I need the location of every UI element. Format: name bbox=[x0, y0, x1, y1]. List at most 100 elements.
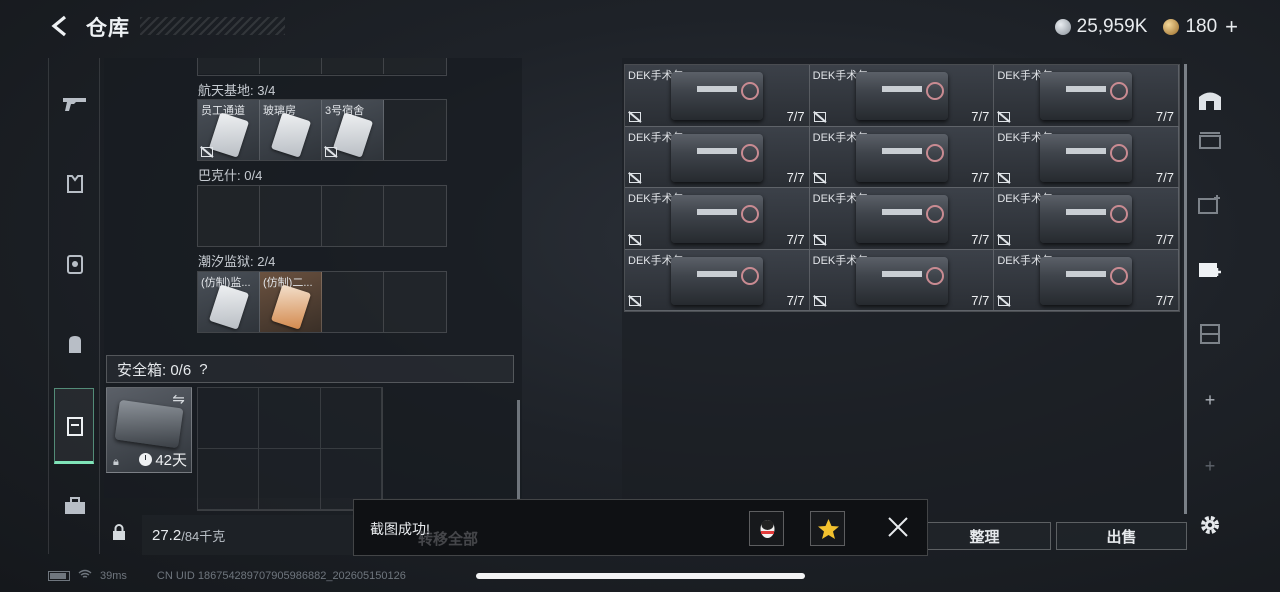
gold-coin-icon bbox=[1163, 19, 1180, 35]
inventory-item[interactable]: DEK手术包 7/7 bbox=[994, 188, 1179, 250]
weight-display: 27.2 /84千克 bbox=[142, 515, 354, 555]
left-scrollbar[interactable] bbox=[517, 400, 520, 510]
item-durability: 7/7 bbox=[971, 231, 990, 247]
key-card-image bbox=[208, 112, 250, 158]
section-label: 潮汐监狱: 2/4 bbox=[198, 254, 276, 269]
gold-amount: 180 bbox=[1185, 16, 1218, 37]
empty-slot[interactable] bbox=[259, 388, 321, 449]
home-indicator[interactable] bbox=[476, 573, 805, 579]
item-durability: 7/7 bbox=[786, 108, 805, 124]
close-icon[interactable] bbox=[886, 515, 910, 539]
empty-slot[interactable] bbox=[260, 186, 322, 246]
briefcase-icon[interactable] bbox=[55, 486, 95, 526]
status-bar: 39ms CN UID 18675428970790598688​2_20260… bbox=[48, 569, 406, 582]
wifi-icon bbox=[78, 569, 92, 582]
inventory-item[interactable]: DEK手术包 7/7 bbox=[809, 249, 995, 311]
timer-text: 42天 bbox=[155, 452, 187, 469]
help-icon[interactable]: ? bbox=[199, 361, 207, 378]
inventory-item[interactable]: DEK手术包 7/7 bbox=[625, 65, 810, 127]
storage-tab-icon[interactable] bbox=[1196, 86, 1224, 114]
expiry-timer: 42天 bbox=[139, 449, 187, 470]
inventory-item[interactable]: DEK手术包 7/7 bbox=[625, 188, 810, 250]
no-share-icon bbox=[998, 234, 1011, 245]
no-share-icon bbox=[998, 296, 1011, 306]
no-share-icon bbox=[325, 147, 337, 157]
empty-slot[interactable] bbox=[384, 100, 446, 160]
no-share-icon bbox=[813, 111, 826, 122]
weight-unit: /84千克 bbox=[181, 528, 226, 544]
inventory-item[interactable]: DEK手术包 7/7 bbox=[994, 249, 1179, 311]
organize-button[interactable]: 整理 bbox=[918, 522, 1051, 550]
rig-icon[interactable] bbox=[55, 244, 95, 284]
empty-slot[interactable] bbox=[320, 388, 382, 449]
key-card-item[interactable]: 员工通道 bbox=[198, 100, 260, 160]
no-share-icon bbox=[629, 296, 641, 306]
weight-value: 27.2 bbox=[152, 526, 182, 544]
gun-icon[interactable] bbox=[55, 84, 95, 124]
favorite-share-icon[interactable] bbox=[810, 511, 845, 546]
medkit-image bbox=[855, 256, 948, 305]
swap-icon[interactable]: ⇋ bbox=[172, 390, 185, 408]
key-card-row bbox=[197, 185, 447, 247]
medkit-image bbox=[855, 72, 948, 120]
safebox-item[interactable]: ⇋ 🔒︎ 42天 bbox=[106, 387, 192, 473]
safebox-icon[interactable] bbox=[55, 406, 95, 446]
clock-icon bbox=[139, 453, 153, 466]
sell-button[interactable]: 出售 bbox=[1056, 522, 1187, 550]
key-card-image bbox=[270, 284, 312, 330]
storage-tab-3-icon[interactable] bbox=[1196, 320, 1224, 348]
settings-gear-icon[interactable] bbox=[1198, 513, 1222, 537]
toast-message: 截图成功! bbox=[370, 521, 430, 537]
inventory-item[interactable]: DEK手术包 7/7 bbox=[809, 126, 995, 188]
no-share-icon bbox=[629, 173, 641, 183]
armor-vest-icon[interactable] bbox=[55, 164, 95, 204]
medkit-tab-active-icon[interactable] bbox=[1196, 254, 1224, 282]
inventory-item[interactable]: DEK手术包 7/7 bbox=[994, 65, 1179, 127]
empty-slot[interactable] bbox=[384, 272, 446, 332]
safebox-header: 安全箱: 0/6 ? bbox=[106, 355, 514, 383]
medkit-image bbox=[1040, 256, 1133, 305]
empty-slot[interactable] bbox=[259, 449, 321, 510]
inventory-item[interactable]: DEK手术包 7/7 bbox=[809, 65, 995, 127]
item-durability: 7/7 bbox=[1155, 231, 1174, 247]
add-currency-button[interactable]: + bbox=[1225, 14, 1238, 40]
empty-slot[interactable] bbox=[384, 186, 446, 246]
inventory-item[interactable]: DEK手术包 7/7 bbox=[625, 249, 810, 311]
add-tab-icon[interactable]: + bbox=[1196, 386, 1224, 414]
medkit-tab-icon[interactable] bbox=[1196, 190, 1224, 218]
no-share-icon bbox=[813, 173, 826, 183]
back-arrow-icon[interactable] bbox=[48, 14, 72, 38]
medkit-image bbox=[855, 195, 948, 243]
silver-coin-icon bbox=[1054, 19, 1071, 35]
no-share-icon bbox=[998, 173, 1011, 183]
key-card-item[interactable]: 玻璃房 bbox=[260, 100, 322, 160]
qq-share-icon[interactable] bbox=[749, 511, 784, 546]
empty-slot[interactable] bbox=[198, 388, 260, 449]
key-card-item[interactable]: (仿制)监... bbox=[198, 272, 260, 332]
currency-bar: 25,959K 180 + bbox=[1054, 14, 1238, 40]
no-share-icon bbox=[201, 147, 213, 157]
key-card-item[interactable]: 3号宿舍 bbox=[322, 100, 384, 160]
key-card-item[interactable]: (仿制)二... bbox=[260, 272, 322, 332]
no-share-icon bbox=[813, 296, 826, 306]
inventory-item[interactable]: DEK手术包 7/7 bbox=[994, 126, 1179, 188]
storage-tab-2-icon[interactable] bbox=[1196, 126, 1224, 154]
empty-slot[interactable] bbox=[322, 272, 384, 332]
empty-slot[interactable] bbox=[322, 186, 384, 246]
inventory-item[interactable]: DEK手术包 7/7 bbox=[809, 188, 995, 250]
inventory-item[interactable]: DEK手术包 7/7 bbox=[625, 126, 810, 188]
item-durability: 7/7 bbox=[1155, 293, 1174, 308]
battery-icon bbox=[48, 570, 70, 581]
medkit-image bbox=[671, 72, 763, 120]
backpack-icon[interactable] bbox=[55, 324, 95, 364]
key-card-row: 员工通道 玻璃房 3号宿舍 bbox=[197, 99, 447, 161]
silver-amount: 25,959K bbox=[1076, 16, 1148, 37]
inventory-grid: DEK手术包 7/7 DEK手术包 7/7 DEK手术包 7/7 DEK手术包 7/7 DEK手… bbox=[624, 64, 1180, 312]
empty-slot[interactable] bbox=[198, 449, 260, 510]
medkit-image bbox=[1040, 195, 1133, 243]
empty-slot[interactable] bbox=[198, 186, 260, 246]
item-durability: 7/7 bbox=[971, 170, 990, 185]
inventory-scrollbar[interactable] bbox=[1184, 64, 1187, 514]
title-decoration bbox=[140, 17, 285, 35]
section-label: 航天基地: 3/4 bbox=[198, 83, 276, 98]
